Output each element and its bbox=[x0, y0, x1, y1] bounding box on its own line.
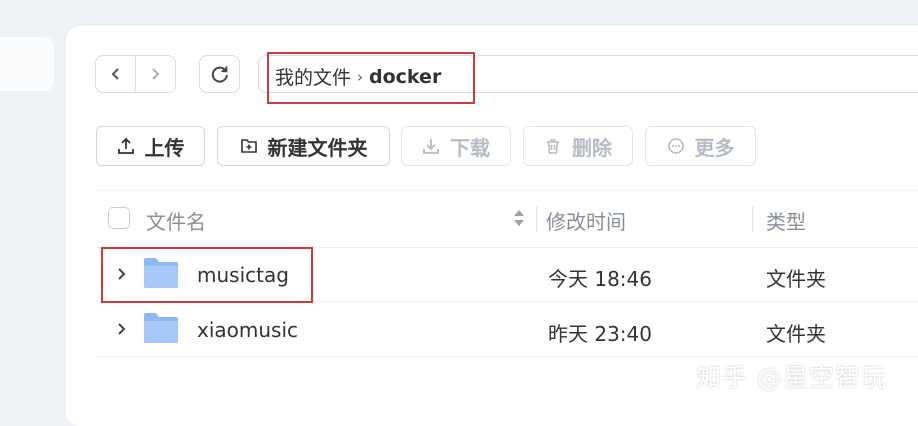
select-all-checkbox[interactable] bbox=[108, 207, 130, 229]
delete-button[interactable]: 删除 bbox=[523, 126, 633, 166]
trash-icon bbox=[544, 137, 562, 155]
new-folder-icon bbox=[240, 137, 258, 155]
watermark: 知乎 @星空智玩 bbox=[696, 363, 887, 392]
download-icon bbox=[422, 137, 440, 155]
column-header-modified[interactable]: 修改时间 bbox=[546, 206, 626, 235]
folder-icon bbox=[143, 312, 179, 348]
delete-label: 删除 bbox=[572, 135, 612, 160]
column-divider[interactable] bbox=[752, 206, 753, 232]
file-modified: 今天 18:46 bbox=[548, 267, 652, 291]
side-panel-card bbox=[0, 37, 54, 91]
row-highlight-box bbox=[101, 247, 313, 303]
chevron-left-icon bbox=[111, 68, 119, 80]
more-icon bbox=[667, 137, 685, 155]
upload-icon bbox=[117, 137, 135, 155]
sort-icon[interactable] bbox=[512, 207, 526, 233]
upload-label: 上传 bbox=[144, 135, 185, 160]
file-type: 文件夹 bbox=[766, 322, 826, 346]
file-type: 文件夹 bbox=[766, 267, 826, 291]
new-folder-label: 新建文件夹 bbox=[267, 135, 368, 160]
download-button[interactable]: 下载 bbox=[401, 126, 511, 166]
new-folder-button[interactable]: 新建文件夹 bbox=[217, 126, 390, 166]
refresh-button[interactable] bbox=[199, 55, 240, 93]
chevron-right-icon bbox=[152, 68, 160, 80]
file-modified: 昨天 23:40 bbox=[548, 322, 652, 346]
column-header-name[interactable]: 文件名 bbox=[146, 206, 206, 235]
download-label: 下载 bbox=[450, 135, 490, 160]
column-header-type[interactable]: 类型 bbox=[766, 206, 806, 235]
refresh-icon bbox=[211, 66, 228, 83]
column-divider[interactable] bbox=[536, 206, 537, 232]
back-button[interactable] bbox=[96, 56, 135, 92]
forward-button[interactable] bbox=[136, 56, 175, 92]
more-label: 更多 bbox=[694, 135, 735, 160]
file-name[interactable]: xiaomusic bbox=[197, 318, 298, 342]
upload-button[interactable]: 上传 bbox=[96, 126, 205, 166]
chevron-right-icon[interactable] bbox=[116, 321, 126, 340]
history-nav-group bbox=[95, 55, 176, 93]
more-button[interactable]: 更多 bbox=[645, 126, 756, 166]
path-highlight-box bbox=[267, 52, 475, 104]
